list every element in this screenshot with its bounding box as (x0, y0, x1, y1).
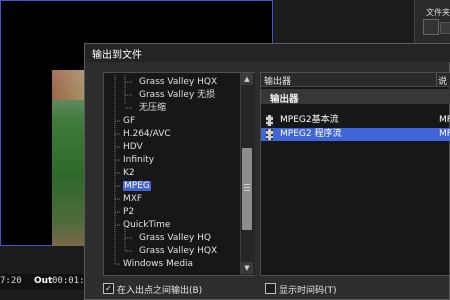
tree-item[interactable]: P2 (123, 206, 134, 219)
tree-item-label: K2 (123, 168, 135, 178)
exporter-name: MPEG2 程序流 (280, 129, 342, 139)
export-in-out-checkbox[interactable]: ✓ (103, 283, 114, 294)
tree-item-label: Windows Media (123, 259, 194, 269)
tree-item[interactable]: Grass Valley HQ (139, 232, 211, 245)
tree-item[interactable]: MXF (123, 193, 142, 206)
tree-item[interactable]: Grass Valley 无损 (139, 89, 215, 102)
column-header-exporter[interactable]: 输出器 (264, 74, 291, 87)
folder-toolbar-button[interactable] (423, 19, 439, 35)
tree-item[interactable]: Grass Valley HQX (139, 245, 217, 258)
folder-toolbar-button-2[interactable] (440, 22, 450, 34)
tree-item[interactable]: QuickTime (123, 219, 170, 232)
dialog-title: 输出到文件 (92, 50, 142, 61)
tree-item[interactable]: HDV (123, 141, 143, 154)
exporter-group-label: 输出器 (270, 94, 299, 105)
exporter-name: MPEG2基本流 (280, 115, 339, 125)
film-strip-icon (266, 129, 273, 140)
tree-item-label: Grass Valley HQ (139, 233, 211, 243)
film-strip-icon (266, 115, 273, 126)
exporter-row[interactable]: MPEG2基本流 MF (261, 114, 450, 127)
exporter-row-selected[interactable]: MPEG2 程序流 MF (261, 128, 450, 141)
exporter-description: MF (439, 129, 450, 139)
tree-item[interactable]: Grass Valley HQX (139, 76, 217, 89)
tree-item-label: QuickTime (123, 220, 171, 230)
scroll-down-icon[interactable]: ▼ (241, 262, 253, 274)
tree-item-label: Grass Valley 无损 (139, 90, 216, 100)
tree-item-label: MXF (123, 194, 143, 204)
tree-item-label: GF (123, 116, 136, 126)
tree-item[interactable]: Infinity (123, 154, 154, 167)
scroll-up-icon[interactable]: ▲ (241, 73, 253, 85)
exporter-description: MF (439, 115, 450, 125)
scroll-grip-icon (244, 184, 250, 191)
folder-panel-title: 文件夹 (426, 8, 450, 17)
tree-item-label: 无压缩 (139, 103, 167, 113)
show-timecode-checkbox[interactable] (265, 283, 276, 294)
tree-item-label: P2 (123, 207, 135, 217)
tree-item[interactable]: H.264/AVC (123, 128, 171, 141)
tree-item[interactable]: Windows Media (123, 258, 193, 271)
out-label: Out (34, 276, 53, 286)
tree-item-label: Grass Valley HQX (139, 77, 218, 87)
tree-item[interactable]: 无压缩 (139, 102, 166, 115)
timecode-out: 00:01: (52, 276, 85, 286)
tree-item[interactable]: GF (123, 115, 135, 128)
export-in-out-label[interactable]: 在入出点之间输出(B) (117, 283, 202, 296)
tree-item-label: Infinity (123, 155, 155, 165)
timecode-in: 7:20 (0, 276, 22, 286)
tree-item-selected[interactable]: MPEG (123, 180, 151, 193)
show-timecode-label[interactable]: 显示时间码(T) (279, 283, 337, 296)
tree-item-label: H.264/AVC (123, 129, 171, 139)
tree-item[interactable]: K2 (123, 167, 135, 180)
tree-item-label: Grass Valley HQX (139, 246, 218, 256)
column-divider[interactable] (436, 73, 437, 86)
tree-item-label: MPEG (123, 181, 151, 191)
tree-item-label: HDV (123, 142, 143, 152)
